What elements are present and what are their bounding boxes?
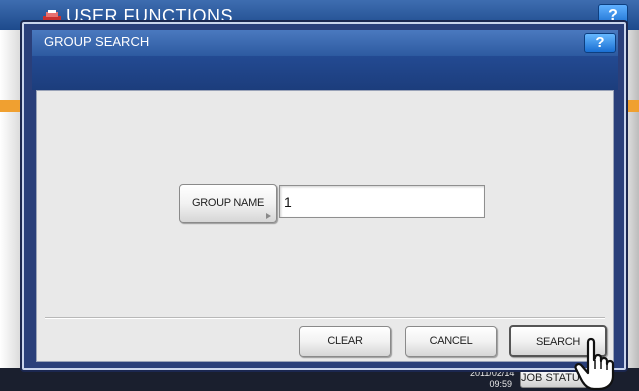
group-name-label: GROUP NAME xyxy=(192,197,264,209)
cancel-button[interactable]: CANCEL xyxy=(405,326,497,357)
datetime: 2011/02/14 09:59 xyxy=(470,368,514,390)
right-arrow-icon xyxy=(266,213,271,219)
separator xyxy=(45,317,605,319)
time-text: 09:59 xyxy=(489,379,512,389)
background-tab-indicator-right xyxy=(628,100,639,112)
background-tab-indicator xyxy=(0,100,20,112)
dialog-header-band xyxy=(32,56,618,90)
clear-button[interactable]: CLEAR xyxy=(299,326,391,357)
group-name-field[interactable]: 1 xyxy=(279,185,485,218)
group-search-dialog: GROUP SEARCH ? GROUP NAME 1 CLEAR CANCEL… xyxy=(22,22,626,370)
group-name-button[interactable]: GROUP NAME xyxy=(179,184,277,223)
background-right-panel xyxy=(628,30,639,370)
help-button[interactable]: ? xyxy=(584,33,616,53)
background-left-panel xyxy=(0,30,20,370)
dialog-body: GROUP NAME 1 CLEAR CANCEL SEARCH xyxy=(36,90,614,362)
hand-pointer-icon xyxy=(574,337,615,391)
dialog-title: GROUP SEARCH xyxy=(44,34,150,49)
dialog-title-bar: GROUP SEARCH ? xyxy=(32,30,618,56)
